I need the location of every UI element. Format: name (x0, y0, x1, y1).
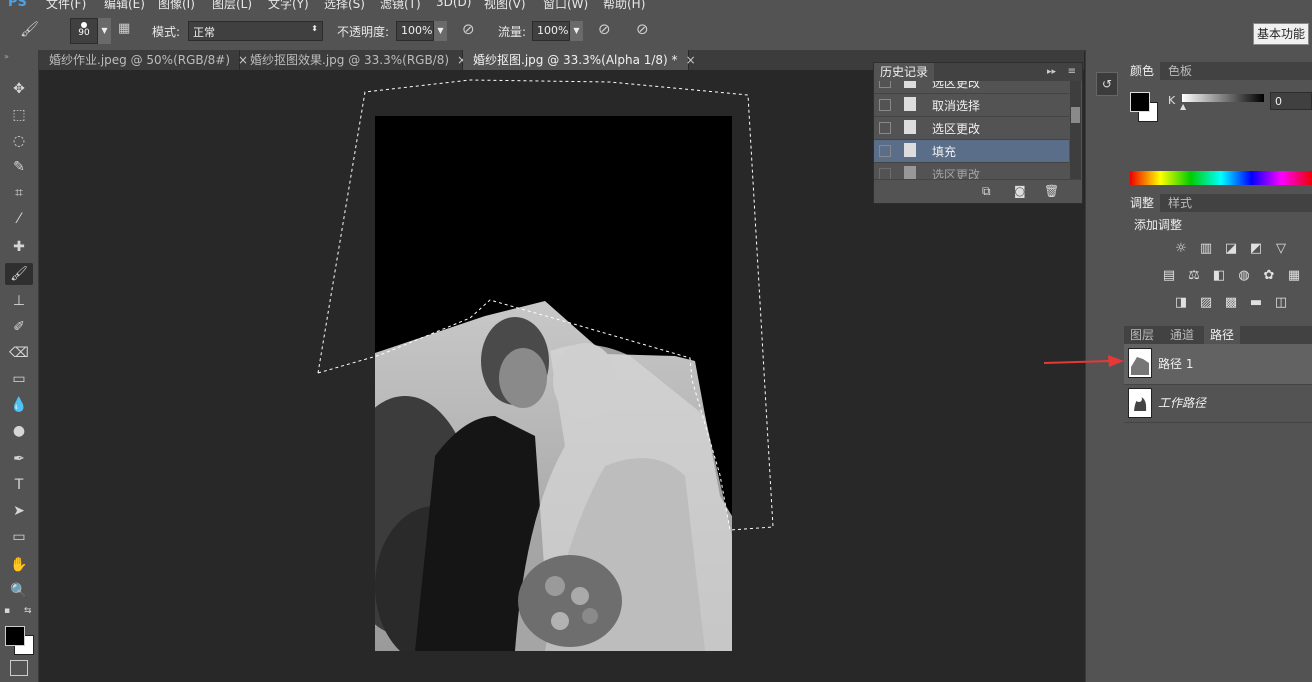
history-state-icon (904, 97, 916, 111)
history-list: 选区更改 取消选择 选区更改 填充 选区更改 (874, 81, 1069, 179)
brightness-icon[interactable]: ☼ (1172, 241, 1190, 257)
foreground-color-swatch[interactable] (1130, 92, 1150, 112)
photo-filter-icon[interactable]: ◍ (1235, 268, 1253, 284)
tab-styles[interactable]: 样式 (1162, 194, 1198, 212)
history-item-label: 选区更改 (932, 122, 981, 136)
posterize-icon[interactable]: ▨ (1197, 295, 1215, 311)
history-item[interactable]: 选区更改 (874, 81, 1069, 94)
color-lookup-icon[interactable]: ▦ (1285, 268, 1303, 284)
tab-channels[interactable]: 通道 (1164, 326, 1200, 344)
right-panels: 颜色 色板 K ▲ 0 调整 样式 添加调整 ☼ ▥ ◪ ◩ ▽ ▤ ⚖ ◧ ◍… (1124, 50, 1312, 682)
history-item-selected[interactable]: 填充 (874, 140, 1069, 163)
exposure-icon[interactable]: ◩ (1247, 241, 1265, 257)
invert-icon[interactable]: ◨ (1172, 295, 1190, 311)
color-panel-tabs: 颜色 色板 (1124, 62, 1312, 80)
history-item-label: 填充 (932, 145, 957, 159)
channel-label: K (1168, 94, 1176, 107)
history-item[interactable]: 取消选择 (874, 94, 1069, 117)
history-item-label: 取消选择 (932, 99, 981, 113)
tab-adjustments[interactable]: 调整 (1124, 194, 1161, 212)
snapshot-checkbox[interactable] (879, 122, 891, 134)
path-thumbnail (1128, 348, 1152, 378)
history-item-label: 选区更改 (932, 81, 981, 90)
history-state-icon (904, 143, 916, 157)
history-state-icon (904, 166, 916, 179)
adjustments-panel-tabs: 调整 样式 (1124, 194, 1312, 212)
history-item[interactable]: 选区更改 (874, 117, 1069, 140)
hue-saturation-icon[interactable]: ▤ (1160, 268, 1178, 284)
snapshot-checkbox[interactable] (879, 99, 891, 111)
selective-color-icon[interactable]: ◫ (1272, 295, 1290, 311)
snapshot-checkbox[interactable] (879, 145, 891, 157)
tab-swatches[interactable]: 色板 (1162, 62, 1198, 80)
snapshot-checkbox[interactable] (879, 168, 891, 179)
path-row[interactable]: 工作路径 (1124, 384, 1312, 423)
camera-icon[interactable]: ◙ (1014, 184, 1026, 198)
black-white-icon[interactable]: ◧ (1210, 268, 1228, 284)
k-slider[interactable] (1182, 94, 1264, 102)
gradient-map-icon[interactable]: ▬ (1247, 295, 1265, 311)
tab-paths[interactable]: 路径 (1204, 326, 1241, 344)
snapshot-checkbox[interactable] (879, 81, 891, 88)
layers-panel-tabs: 图层 通道 路径 (1124, 326, 1312, 344)
trash-icon[interactable]: 🗑 (1044, 184, 1059, 198)
color-balance-icon[interactable]: ⚖ (1185, 268, 1203, 284)
path-name: 工作路径 (1158, 396, 1207, 410)
tab-color[interactable]: 颜色 (1124, 62, 1161, 80)
history-state-icon (904, 81, 916, 88)
color-spectrum-ramp[interactable] (1130, 171, 1312, 185)
expand-icon[interactable]: ▸▸ (1047, 63, 1056, 81)
path-name: 路径 1 (1158, 357, 1194, 371)
history-item[interactable]: 选区更改 (874, 163, 1069, 179)
history-panel: 历史记录 ▸▸ ≡ 选区更改 取消选择 选区更改 填充 选区更改 ⧉ ◙ 🗑 (873, 62, 1083, 204)
panel-menu-icon[interactable]: ≡ (1068, 63, 1076, 81)
vibrance-icon[interactable]: ▽ (1272, 241, 1290, 257)
annotation-arrow (1043, 355, 1124, 367)
curves-icon[interactable]: ◪ (1222, 241, 1240, 257)
k-slider-thumb[interactable]: ▲ (1180, 102, 1186, 111)
history-footer: ⧉ ◙ 🗑 (874, 179, 1082, 204)
history-panel-icon[interactable]: ↺ (1096, 72, 1118, 96)
history-panel-title: 历史记录 (874, 63, 935, 81)
tab-layers[interactable]: 图层 (1124, 326, 1160, 344)
path-thumbnail (1128, 388, 1152, 418)
threshold-icon[interactable]: ▩ (1222, 295, 1240, 311)
path-row[interactable]: 路径 1 (1124, 344, 1312, 385)
new-document-from-state-icon[interactable]: ⧉ (982, 184, 991, 199)
history-item-label: 选区更改 (932, 168, 981, 179)
history-panel-header: 历史记录 ▸▸ ≡ (874, 63, 1082, 81)
history-scrollbar[interactable] (1070, 81, 1081, 179)
levels-icon[interactable]: ▥ (1197, 241, 1215, 257)
k-value-input[interactable]: 0 (1270, 92, 1312, 110)
scrollbar-thumb[interactable] (1071, 107, 1080, 123)
channel-mixer-icon[interactable]: ✿ (1260, 268, 1278, 284)
history-state-icon (904, 120, 916, 134)
add-adjustment-heading: 添加调整 (1134, 218, 1183, 232)
